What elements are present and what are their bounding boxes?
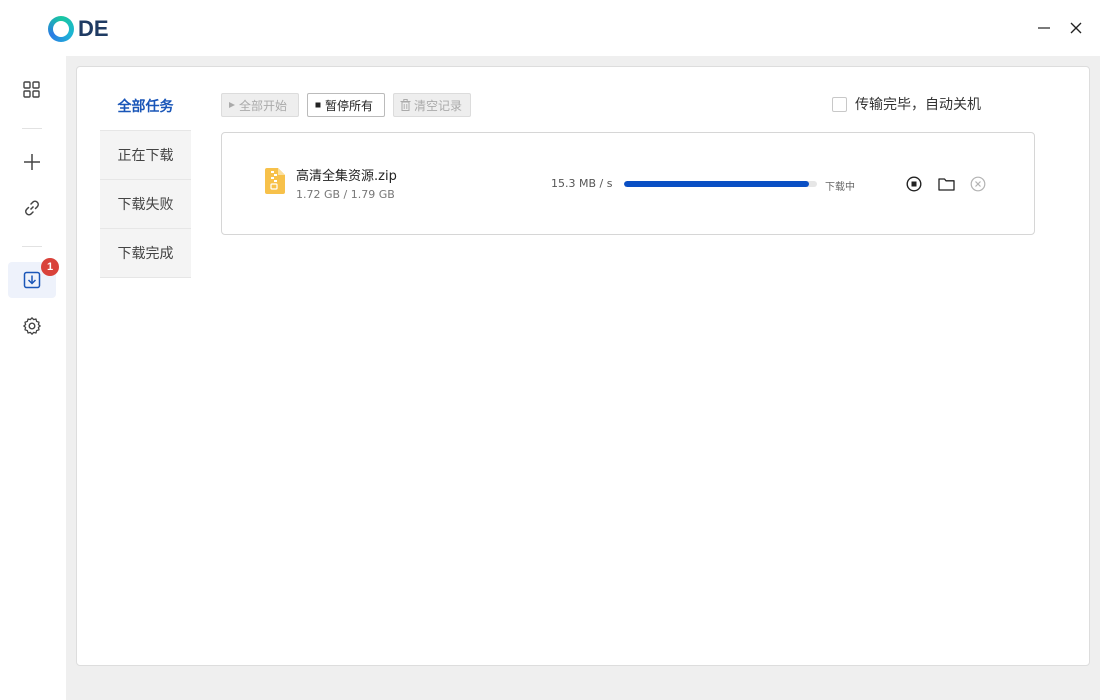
remove-circle-icon [970, 176, 986, 192]
sidebar-divider [22, 246, 42, 247]
downloads-count-badge: 1 [41, 258, 59, 276]
auto-shutdown-checkbox[interactable] [832, 96, 847, 112]
category-tabs: 全部任务 正在下载 下载失败 下载完成 [100, 82, 191, 278]
zip-file-icon [265, 168, 285, 194]
close-icon [1070, 22, 1082, 34]
auto-shutdown-option: 传输完毕，自动关机 [832, 95, 981, 113]
clear-records-label: 清空记录 [414, 98, 463, 113]
clear-records-button[interactable]: 清空记录 [393, 93, 471, 117]
downloads-icon [23, 271, 41, 289]
app-logo: DE [48, 15, 109, 43]
stop-circle-icon [906, 176, 922, 192]
tab-downloading[interactable]: 正在下载 [100, 131, 191, 180]
tab-failed[interactable]: 下载失败 [100, 180, 191, 229]
auto-shutdown-label: 传输完毕，自动关机 [855, 97, 981, 113]
start-all-button[interactable]: 全部开始 [221, 93, 299, 117]
play-icon [229, 102, 235, 108]
sidebar-add-task-button[interactable] [8, 144, 56, 180]
trash-icon [400, 99, 411, 111]
download-speed: 15.3 MB / s [551, 177, 613, 190]
download-item: 高清全集资源.zip 1.72 GB / 1.79 GB 15.3 MB / s… [221, 132, 1035, 235]
logo-text: DE [78, 16, 109, 41]
tab-completed[interactable]: 下载完成 [100, 229, 191, 278]
close-button[interactable] [1066, 18, 1086, 38]
logo-ring-icon [48, 16, 74, 42]
file-name: 高清全集资源.zip [296, 169, 397, 184]
folder-icon [937, 178, 955, 191]
sidebar-divider [22, 128, 42, 129]
sidebar: 1 [0, 56, 66, 700]
title-bar: DE [0, 0, 1100, 56]
progress-bar [624, 181, 817, 187]
sidebar-downloads-button[interactable]: 1 [8, 258, 59, 298]
open-folder-button[interactable] [937, 175, 955, 193]
sidebar-link-button[interactable] [8, 190, 56, 226]
start-all-label: 全部开始 [239, 98, 288, 113]
remove-download-button[interactable] [969, 175, 987, 193]
add-task-icon [24, 154, 40, 170]
minimize-icon [1038, 27, 1050, 29]
stop-square-icon [315, 102, 321, 108]
tab-all-tasks[interactable]: 全部任务 [100, 82, 191, 131]
sidebar-apps-button[interactable] [8, 72, 56, 108]
apps-grid-icon [23, 81, 40, 98]
file-size: 1.72 GB / 1.79 GB [296, 188, 395, 201]
minimize-button[interactable] [1034, 18, 1054, 38]
pause-all-label: 暂停所有 [325, 98, 374, 113]
progress-fill [624, 181, 810, 187]
settings-gear-icon [23, 317, 41, 335]
sidebar-settings-button[interactable] [8, 308, 56, 344]
pause-all-button[interactable]: 暂停所有 [307, 93, 385, 117]
download-status: 下载中 [825, 182, 855, 193]
link-icon [25, 200, 39, 216]
stop-download-button[interactable] [905, 175, 923, 193]
